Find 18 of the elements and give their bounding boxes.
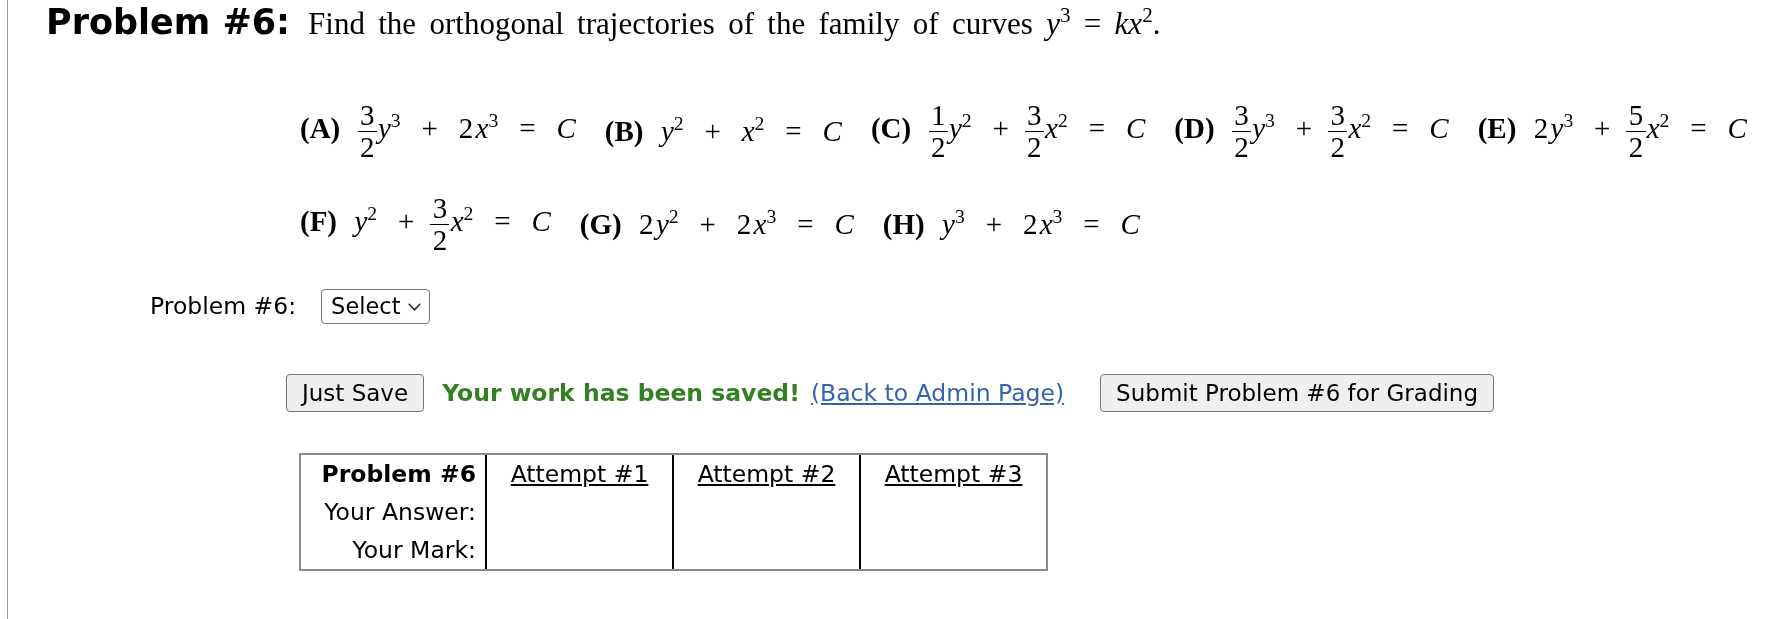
admin-page-link[interactable]: (Back to Admin Page) — [810, 375, 1065, 411]
row-label: Your Answer: — [324, 497, 476, 526]
answer-select[interactable]: Select — [321, 289, 430, 325]
answer-choice: (G) 2y$^{2}$ + 2x$^{3}$ = C — [579, 209, 854, 239]
chevron-down-icon — [407, 302, 421, 311]
attempt-link[interactable]: Attempt #3 — [884, 459, 1023, 488]
answer-choice: (B) y$^{2}$ + x$^{2}$ = C — [604, 116, 842, 146]
attempt-link[interactable]: Attempt #1 — [510, 459, 649, 488]
attempt-link[interactable]: Attempt #2 — [697, 459, 836, 488]
submit-for-grading-button[interactable]: Submit Problem #6 for Grading — [1100, 374, 1495, 413]
answer-label: Problem #6: — [150, 291, 297, 322]
answer-choice: (H) y$^{3}$ + 2x$^{3}$ = C — [882, 209, 1140, 239]
just-save-button[interactable]: Just Save — [286, 374, 425, 413]
problem-heading: Problem #6: — [46, 1, 291, 44]
row-label: Your Mark: — [352, 535, 476, 564]
saved-message: Your work has been saved! — [442, 377, 800, 409]
question-text: Find the orthogonal trajectories of the family of curves y$^{3}$ = kx$^{2}$. — [308, 2, 1161, 43]
table-heading: Problem #6 — [321, 459, 476, 488]
